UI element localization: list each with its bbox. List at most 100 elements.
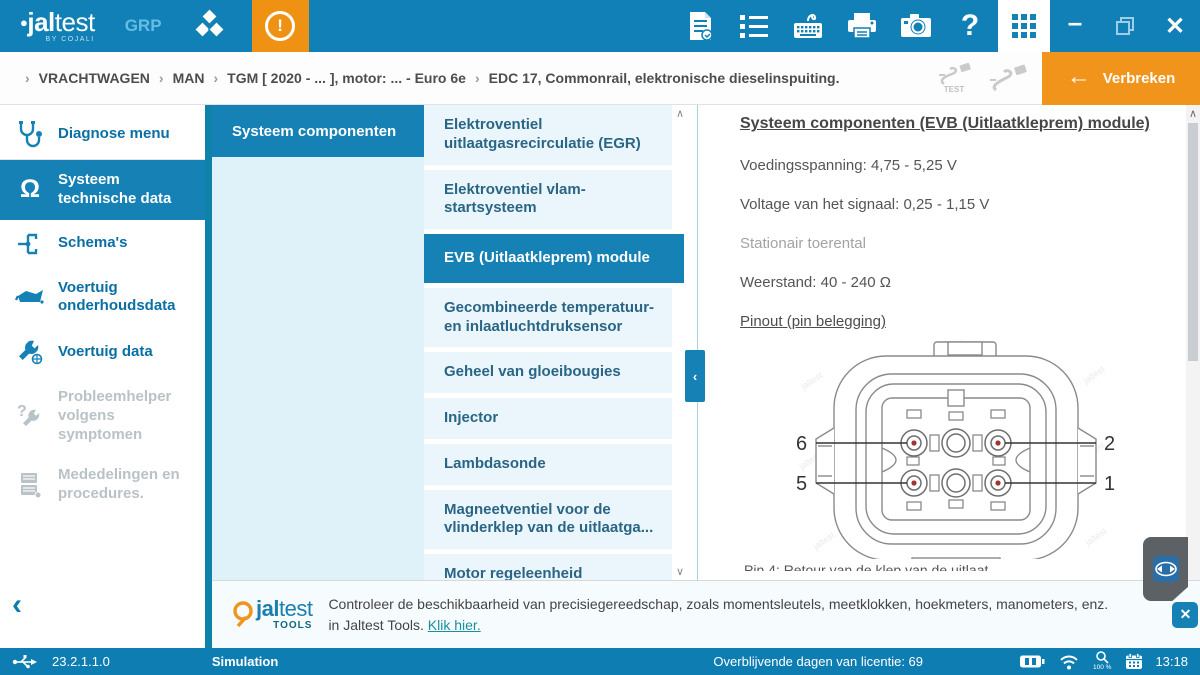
notification-close-button[interactable]: ✕ <box>1172 602 1198 628</box>
component-item-glow-plugs[interactable]: Geheel van gloeibougies <box>424 352 672 393</box>
connector-icon <box>988 64 1028 94</box>
component-item-solenoid-valve[interactable]: Magneetventiel voor de vlinderklep van d… <box>424 490 672 550</box>
pinout-link[interactable]: Pinout (pin belegging) <box>740 313 1176 330</box>
report-icon[interactable] <box>678 0 722 52</box>
schematic-icon <box>12 231 48 257</box>
sidebar-item-label: Schema's <box>58 234 127 253</box>
grp-label: GRP <box>125 16 162 36</box>
test-connector-icon: TEST <box>936 62 972 94</box>
sidebar-item-vehicle-data[interactable]: Voertuig data <box>0 327 205 377</box>
grid-icon <box>1012 14 1036 38</box>
component-item-evb-module[interactable]: EVB (Uitlaatkleprem) module <box>424 234 684 283</box>
sidebar-item-notices-procedures: Mededelingen en procedures. <box>0 455 205 515</box>
cubes-icon[interactable] <box>190 7 228 45</box>
back-arrow-icon: ← <box>1067 65 1091 89</box>
scrollbar-thumb[interactable] <box>1188 123 1198 361</box>
svg-text:jaltest: jaltest <box>1081 364 1107 387</box>
close-button[interactable]: ✕ <box>1150 0 1200 52</box>
top-bar: ●jaljaltesttest BY COJALI GRP ! <box>0 0 1200 52</box>
breadcrumb-separator: › <box>213 70 218 86</box>
help-icon[interactable]: ? <box>948 0 992 52</box>
connector-diagram: jaltest jaltest jaltest jaltest jaltest … <box>786 340 1126 559</box>
sidebar: Diagnose menu Ω Systeem technische data … <box>0 105 205 648</box>
camera-icon[interactable] <box>894 0 938 52</box>
svg-text:jaltest: jaltest <box>799 370 825 393</box>
detail-panel: Systeem componenten (EVB (Uitlaatkleprem… <box>698 105 1200 580</box>
pin-label-1: 1 <box>1104 473 1115 495</box>
breadcrumb-separator: › <box>475 70 480 86</box>
zoom-indicator[interactable]: 100 % <box>1093 651 1111 672</box>
breadcrumb-separator: › <box>25 70 30 86</box>
zoom-level-label: 100 % <box>1093 665 1111 672</box>
stethoscope-icon <box>12 120 48 148</box>
logo-subtitle: BY COJALI <box>20 36 95 43</box>
component-item-lambda-sensor[interactable]: Lambdasonde <box>424 444 672 485</box>
notification-message: Controleer de beschikbaarheid van precis… <box>328 594 1120 635</box>
list-icon[interactable] <box>732 0 776 52</box>
apps-grid-button[interactable] <box>998 0 1050 52</box>
scroll-up-icon[interactable]: ∧ <box>676 107 684 120</box>
sidebar-item-label: Mededelingen en procedures. <box>58 466 197 504</box>
documents-icon <box>12 471 48 499</box>
alert-button[interactable]: ! <box>252 0 309 52</box>
sidebar-item-schemas[interactable]: Schema's <box>0 220 205 268</box>
spec-signal-voltage: Voltage van het signaal: 0,25 - 1,15 V <box>740 196 1176 213</box>
simulation-mode-label: Simulation <box>212 654 278 669</box>
component-item-engine-control-unit[interactable]: Motor regeleenheid <box>424 554 672 580</box>
sidebar-item-label: Systeem technische data <box>58 171 197 209</box>
breadcrumb-item-model[interactable]: TGM [ 2020 - ... ], motor: ... - Euro 6e <box>227 70 466 86</box>
pin-caption-clipped: Pin 4: Retour van de klep van de uitlaat <box>744 561 1176 571</box>
restore-button[interactable] <box>1100 0 1150 52</box>
omega-icon: Ω <box>12 175 48 204</box>
category-column: Systeem componenten <box>212 105 424 580</box>
tools-logo-swirl-icon <box>230 598 256 628</box>
detail-scrollbar[interactable]: ∧ <box>1186 105 1200 580</box>
calendar-icon[interactable] <box>1125 653 1143 670</box>
minimize-button[interactable]: – <box>1050 0 1100 48</box>
breadcrumb-item-make[interactable]: MAN <box>173 70 205 86</box>
version-label: 23.2.1.1.0 <box>52 654 110 669</box>
breadcrumb-item-vehicle-type[interactable]: VRACHTWAGEN <box>39 70 150 86</box>
disconnect-label: Verbreken <box>1103 70 1176 87</box>
component-item-egr-valve[interactable]: Elektroventiel uitlaatgasrecirculatie (E… <box>424 105 672 165</box>
pin-label-6: 6 <box>796 433 807 455</box>
disconnect-button[interactable]: ← Verbreken <box>1042 52 1200 105</box>
svg-text:jaltest: jaltest <box>1083 526 1109 549</box>
keyboard-icon[interactable] <box>786 0 830 52</box>
battery-icon <box>1019 654 1045 669</box>
sidebar-item-label: Diagnose menu <box>58 125 170 144</box>
sidebar-item-system-technical-data[interactable]: Ω Systeem technische data <box>0 160 205 220</box>
wifi-icon <box>1059 654 1079 670</box>
teamviewer-icon <box>1153 556 1179 582</box>
detail-title: Systeem componenten (EVB (Uitlaatkleprem… <box>740 115 1176 133</box>
sidebar-item-label: Voertuig onderhoudsdata <box>58 279 197 317</box>
alert-icon: ! <box>265 11 295 41</box>
component-item-flame-start[interactable]: Elektroventiel vlam-startsysteem <box>424 170 672 230</box>
breadcrumb-separator: › <box>159 70 164 86</box>
collapse-panel-handle[interactable]: ‹ <box>685 350 705 402</box>
spec-resistance: Weerstand: 40 - 240 Ω <box>740 274 1176 291</box>
magnifier-icon <box>1095 651 1109 664</box>
printer-icon[interactable] <box>840 0 884 52</box>
sidebar-collapse-button[interactable]: ‹ <box>12 590 22 620</box>
status-bar: 23.2.1.1.0 Simulation Overblijvende dage… <box>0 648 1200 675</box>
sidebar-item-vehicle-maintenance-data[interactable]: Voertuig onderhoudsdata <box>0 268 205 328</box>
test-connector-label: TEST <box>936 86 972 94</box>
spec-idle-speed: Stationair toerental <box>740 235 1176 252</box>
wrench-icon <box>12 338 48 366</box>
sidebar-item-problem-helper: ? Probleemhelper volgens symptomen <box>0 377 205 455</box>
component-item-temp-pressure-sensor[interactable]: Gecombineerde temperatuur- en inlaatluch… <box>424 288 672 348</box>
remote-support-tab[interactable] <box>1143 537 1188 601</box>
notification-link[interactable]: Klik hier. <box>428 617 481 633</box>
components-list: Elektroventiel uitlaatgasrecirculatie (E… <box>424 105 686 580</box>
sidebar-item-diagnose-menu[interactable]: Diagnose menu <box>0 109 205 160</box>
category-item-system-components[interactable]: Systeem componenten <box>212 105 424 157</box>
tools-logo-sub: TOOLS <box>256 621 312 631</box>
scroll-up-icon[interactable]: ∧ <box>1186 107 1200 120</box>
component-item-injector[interactable]: Injector <box>424 398 672 439</box>
scroll-down-icon[interactable]: ∨ <box>676 565 684 578</box>
jaltest-tools-logo: jaltest TOOLS <box>230 598 312 631</box>
breadcrumb-item-system[interactable]: EDC 17, Commonrail, elektronische diesel… <box>489 70 840 86</box>
breadcrumb-bar: › VRACHTWAGEN › MAN › TGM [ 2020 - ... ]… <box>0 52 1200 105</box>
breadcrumb: › VRACHTWAGEN › MAN › TGM [ 2020 - ... ]… <box>16 70 840 86</box>
